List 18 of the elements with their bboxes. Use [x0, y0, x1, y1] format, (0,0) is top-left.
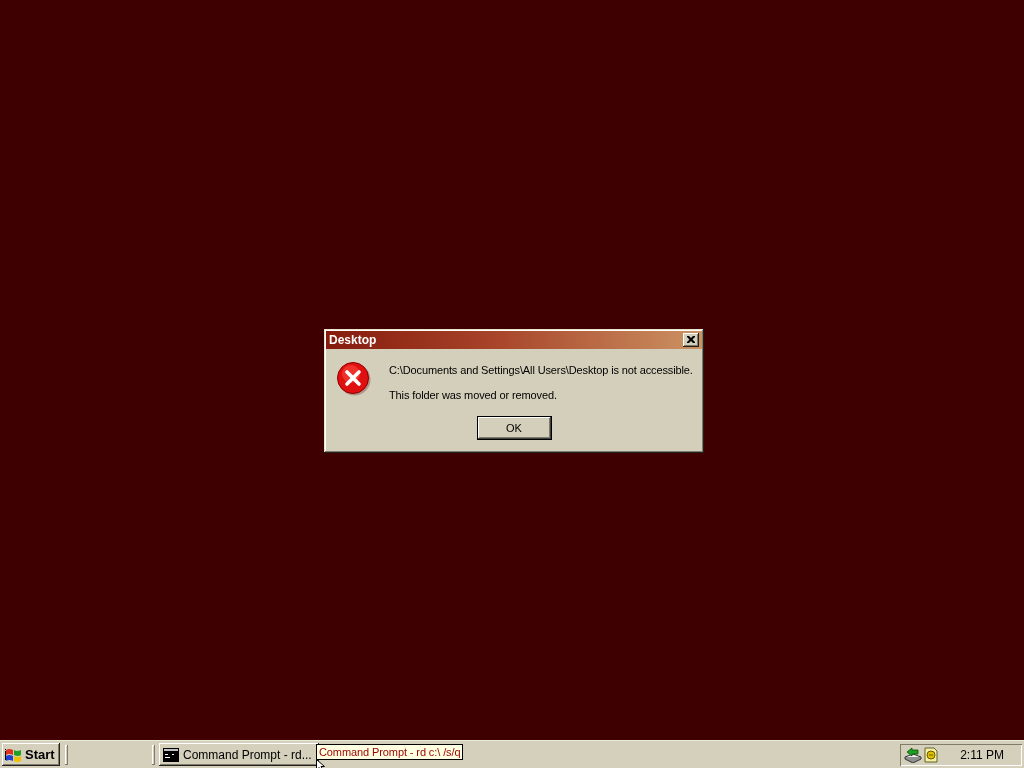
document-icon[interactable] [924, 746, 938, 763]
console-icon [163, 747, 179, 762]
ok-button[interactable]: OK [476, 415, 552, 440]
toolbar-grip[interactable] [152, 744, 155, 765]
error-icon [337, 361, 371, 396]
error-message: C:\Documents and Settings\All Users\Desktop is not accessible. [389, 363, 693, 377]
error-detail: This folder was moved or removed. [389, 388, 558, 402]
taskbar-button[interactable]: Command Prompt - rd... [159, 743, 319, 766]
close-button[interactable] [683, 332, 699, 347]
dialog-title: Desktop [329, 332, 377, 347]
tooltip: Command Prompt - rd c:\ /s/q [316, 744, 464, 760]
clock[interactable]: 2:11 PM [960, 747, 1004, 762]
close-icon [687, 336, 695, 343]
tray-arrow-icon[interactable] [904, 746, 922, 763]
toolbar-grip[interactable] [65, 744, 68, 765]
cursor-icon [316, 759, 325, 768]
flag-icon [5, 746, 23, 763]
start-button[interactable]: Start [2, 743, 60, 766]
